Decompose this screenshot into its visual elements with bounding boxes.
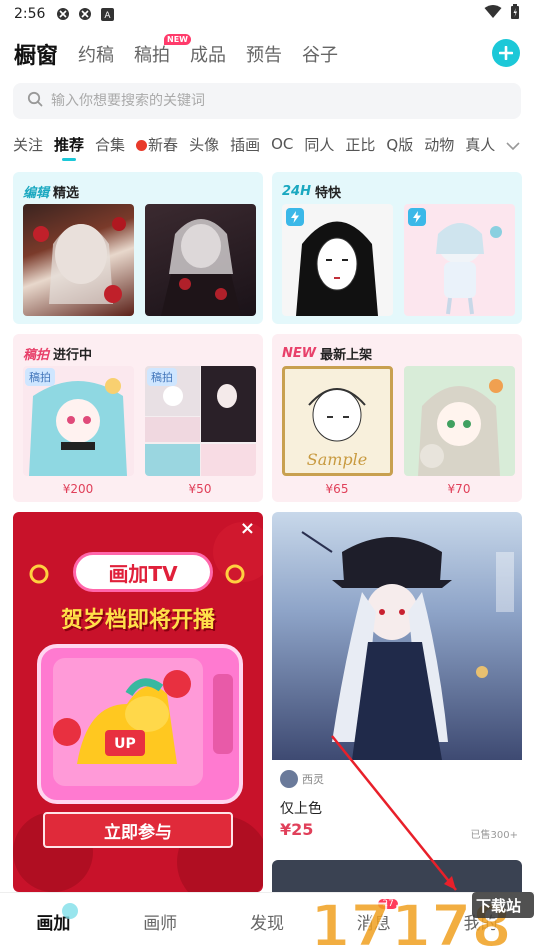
new-arrival-title: NEW 最新上架 [282,342,512,364]
tab-showcase[interactable]: 橱窗 [14,38,58,70]
wifi-icon [484,5,502,23]
tv-illustration: UP [37,644,243,804]
express-title: 24H 特快 [282,180,512,202]
auction-item-2-price: ¥50 [188,482,212,496]
seller-name: 西灵 [302,773,324,786]
product-price: ¥25 [280,820,314,839]
new-badge: NEW [164,34,191,45]
lantern-icon [136,139,148,151]
category-bar: 关注 推荐 合集 新春 头像 插画 OC 同人 正比 Q版 动物 真人 [0,128,534,161]
lightning-icon-2 [408,208,426,226]
auction-thumb-1[interactable]: 稿拍 [23,366,134,476]
express-thumb-2[interactable] [404,204,515,316]
new-arrival-thumb-2[interactable] [404,366,515,476]
chevron-down-icon[interactable] [506,136,520,155]
express-thumb-1[interactable] [282,204,393,316]
top-nav: 橱窗 约稿 稿拍 NEW 成品 预告 谷子 [0,34,534,72]
watermark-logo: 17178 下载站 [309,888,534,950]
auction-title: 稿拍 进行中 [23,342,253,364]
new-arrival-tag: NEW [282,345,317,361]
seller-info[interactable]: 西灵 [280,770,324,788]
express-tag: 24H [282,183,311,199]
app-a-icon: A [99,6,115,22]
auction-card[interactable]: 稿拍 进行中 稿拍 稿拍 ¥200 ¥50 [13,334,263,502]
watermark-tag: 下载站 [476,897,522,915]
tab-goods[interactable]: 谷子 [302,41,338,67]
category-new-year[interactable]: 新春 [136,134,178,155]
tab-finished[interactable]: 成品 [190,41,226,67]
new-arrival-label: 最新上架 [320,347,373,363]
category-real-person[interactable]: 真人 [465,134,495,155]
new-arrival-thumb-1[interactable]: Sample [282,366,393,476]
express-card[interactable]: 24H 特快 [272,172,522,324]
promo-banner[interactable]: × 画加TV 贺岁档即将开播 UP 立即参与 [13,512,263,892]
product-name: 仅上色 [280,801,322,817]
product-artwork[interactable] [272,512,522,760]
category-illustration[interactable]: 插画 [230,134,260,155]
search-icon [27,91,43,111]
category-follow[interactable]: 关注 [13,134,43,155]
editor-pick-tag: 编辑 [23,185,50,201]
category-oc[interactable]: OC [271,135,293,153]
tab-preview[interactable]: 预告 [246,41,282,67]
tab-auction[interactable]: 稿拍 NEW [134,34,191,67]
svg-text:UP: UP [114,736,136,752]
auction-label: 进行中 [53,347,93,363]
product-sold-count: 已售300+ [470,830,518,841]
battery-icon [510,4,520,24]
category-animal[interactable]: 动物 [424,134,454,155]
category-fanart[interactable]: 同人 [304,134,334,155]
svg-text:A: A [104,11,111,21]
home-indicator-icon [62,903,78,919]
editor-pick-label: 精选 [53,185,80,201]
product-card[interactable]: 西灵 仅上色 ¥25 已售300+ [272,512,522,850]
nav-artists[interactable]: 画师 [107,909,214,934]
category-recommend[interactable]: 推荐 [54,134,84,161]
express-label: 特快 [314,185,341,201]
editor-pick-thumb-2[interactable] [145,204,256,316]
status-time: 2:56 [14,6,46,22]
new-arrival-card[interactable]: NEW 最新上架 Sample ¥65 ¥70 [272,334,522,502]
svg-text:Sample: Sample [307,450,368,469]
auction-thumb-2[interactable]: 稿拍 [145,366,256,476]
nav-discover[interactable]: 发现 [214,909,321,934]
new-arrival-item-2-price: ¥70 [447,482,471,496]
tab-auction-label: 稿拍 [134,45,171,66]
tab-commission[interactable]: 约稿 [78,41,114,67]
search-bar[interactable] [13,83,521,119]
category-chibi[interactable]: Q版 [386,134,413,155]
status-bar: 2:56 A [0,0,534,28]
editor-pick-thumb-1[interactable] [23,204,134,316]
plus-icon [499,46,513,60]
close-icon[interactable]: × [240,518,255,539]
editor-pick-card[interactable]: 编辑 精选 [13,172,263,324]
avatar [280,770,298,788]
category-avatar[interactable]: 头像 [189,134,219,155]
new-arrival-item-1-price: ¥65 [325,482,349,496]
auction-item-1-price: ¥200 [62,482,94,496]
nav-home[interactable]: 画加 [0,903,107,934]
notification-icon-2 [77,6,93,22]
category-new-year-label: 新春 [148,135,179,154]
search-input[interactable] [51,93,471,109]
category-realistic-proportion[interactable]: 正比 [345,134,375,155]
add-button[interactable] [492,39,520,67]
auction-tag: 稿拍 [23,347,50,363]
auction-item-1-tag: 稿拍 [25,368,55,386]
editor-pick-title: 编辑 精选 [23,180,253,202]
notification-icon [55,6,71,22]
promo-subtitle: 贺岁档即将开播 [60,608,215,633]
promo-title: 画加TV [73,552,213,592]
lightning-icon [286,208,304,226]
auction-item-2-tag: 稿拍 [147,368,177,386]
category-collection[interactable]: 合集 [95,134,125,155]
join-now-button[interactable]: 立即参与 [43,812,233,848]
